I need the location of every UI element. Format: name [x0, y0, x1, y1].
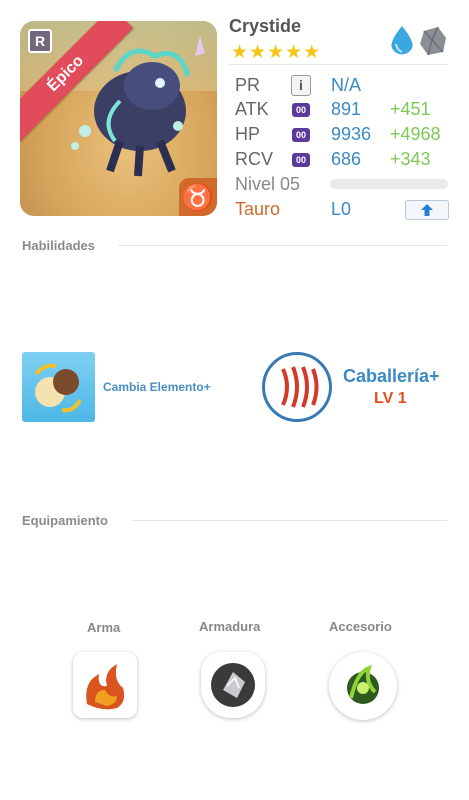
atk-plus-badge: 00 [292, 103, 310, 117]
leader-skill-level: LV 1 [374, 390, 407, 407]
rarity-icon: R [28, 29, 52, 53]
star-rating: ★★★★★ [231, 42, 322, 63]
unit-portrait[interactable]: Épico R ♉ [20, 21, 217, 216]
atk-bonus: +451 [390, 99, 431, 119]
info-button[interactable]: i [291, 75, 311, 96]
atk-value: 891 [331, 99, 362, 119]
claw-marks-icon [281, 366, 319, 408]
armor-slot[interactable] [201, 652, 265, 718]
active-skill-name: Cambia Elemento+ [103, 380, 211, 394]
atk-label: ATK [235, 99, 269, 119]
zodiac-label: Tauro [235, 199, 281, 219]
rcv-bonus: +343 [390, 149, 431, 169]
abilities-title: Habilidades [22, 238, 95, 253]
zodiac-taurus-icon: ♉ [179, 178, 217, 216]
active-skill-icon[interactable] [22, 352, 95, 422]
pr-label: PR [235, 75, 261, 95]
arrow-up-icon [421, 204, 433, 216]
accessory-gem-icon [347, 664, 379, 704]
armor-shield-icon [211, 663, 255, 707]
accessory-label: Accesorio [329, 619, 392, 634]
element-swap-icon [34, 363, 82, 413]
level-progress-bar [330, 179, 448, 189]
pr-value: N/A [331, 75, 362, 95]
rock-icon [420, 26, 446, 56]
rcv-plus-badge: 00 [292, 153, 310, 167]
water-drop-icon [391, 26, 413, 55]
rcv-value: 686 [331, 149, 362, 169]
accessory-slot[interactable] [329, 652, 397, 720]
level-up-button[interactable] [405, 200, 449, 220]
armor-label: Armadura [199, 619, 261, 634]
equipment-divider [132, 520, 447, 521]
hp-label: HP [235, 124, 261, 144]
leader-skill-icon[interactable] [262, 352, 332, 422]
hp-plus-badge: 00 [292, 128, 310, 142]
leader-skill-name: Caballería+ [343, 366, 440, 386]
level-label: Nivel 05 [235, 174, 301, 194]
zodiac-level: L0 [331, 199, 352, 219]
header-divider [229, 64, 447, 65]
unit-name: Crystide [229, 16, 302, 36]
hp-value: 9936 [331, 124, 372, 144]
equipment-title: Equipamiento [22, 513, 108, 528]
hp-bonus: +4968 [390, 124, 441, 144]
abilities-divider [118, 245, 447, 246]
weapon-slot[interactable] [73, 652, 137, 718]
rcv-label: RCV [235, 149, 274, 169]
weapon-label: Arma [87, 620, 121, 635]
weapon-flame-icon [86, 664, 125, 710]
